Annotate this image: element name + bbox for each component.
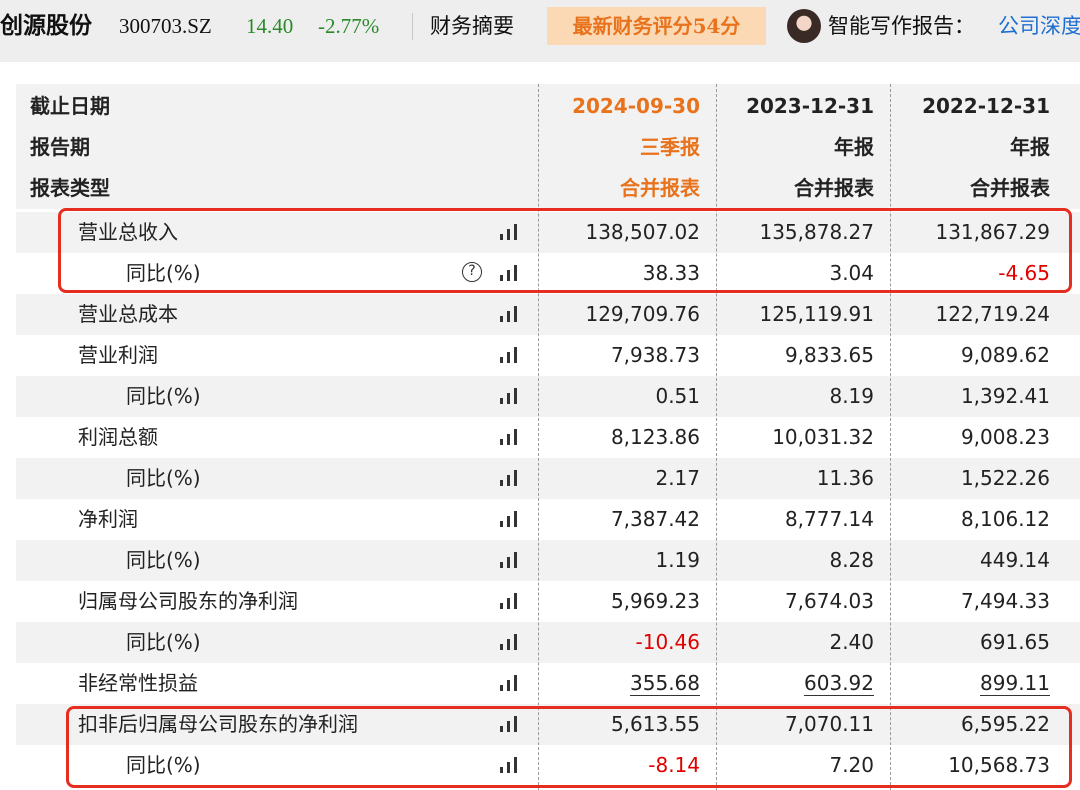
stock-name[interactable]: 创源股份 bbox=[0, 0, 92, 52]
value-cell: 1,392.41 bbox=[960, 384, 1050, 408]
row-label: 归属母公司股东的净利润 bbox=[78, 589, 298, 613]
column-date[interactable]: 2023-12-31 bbox=[716, 86, 874, 127]
value-cell: 10,031.32 bbox=[772, 425, 874, 449]
header-label: 报告期 bbox=[30, 135, 90, 159]
header-row-period: 报告期 三季报 年报 年报 bbox=[16, 127, 1080, 168]
bar-chart-icon[interactable] bbox=[499, 511, 521, 527]
value-cell: 691.65 bbox=[980, 630, 1050, 654]
value-cell: 7,674.03 bbox=[784, 589, 874, 613]
value-link-text[interactable]: 355.68 bbox=[630, 671, 700, 696]
value-cell: 7,938.73 bbox=[610, 343, 700, 367]
bar-chart-icon[interactable] bbox=[499, 552, 521, 568]
column-divider bbox=[716, 84, 717, 790]
value-cell: 8.19 bbox=[829, 384, 874, 408]
bar-chart-icon[interactable] bbox=[499, 388, 521, 404]
table-row: 利润总额 8,123.86 10,031.32 9,008.23 bbox=[16, 417, 1080, 458]
table-row: 同比(%) 1.19 8.28 449.14 bbox=[16, 540, 1080, 581]
value-cell: -10.46 bbox=[635, 630, 700, 654]
value-cell: 2.17 bbox=[655, 466, 700, 490]
ai-report-label: 智能写作报告： bbox=[828, 14, 975, 38]
bar-chart-icon[interactable] bbox=[499, 593, 521, 609]
value-cell: 1.19 bbox=[655, 548, 700, 572]
value-cell: 11.36 bbox=[816, 466, 874, 490]
value-cell: 9,008.23 bbox=[960, 425, 1050, 449]
stock-code: 300703.SZ bbox=[119, 14, 212, 38]
column-divider bbox=[538, 84, 539, 790]
value-cell: 1,522.26 bbox=[960, 466, 1050, 490]
bar-chart-icon[interactable] bbox=[499, 634, 521, 650]
row-label: 营业总成本 bbox=[78, 302, 178, 326]
header-label: 截止日期 bbox=[30, 94, 110, 118]
row-label: 非经常性损益 bbox=[78, 671, 198, 695]
value-cell: 125,119.91 bbox=[759, 302, 874, 326]
column-type-current: 合并报表 bbox=[620, 176, 700, 200]
value-cell: 7,494.33 bbox=[960, 589, 1050, 613]
financial-summary-tab[interactable]: 财务摘要 bbox=[430, 0, 514, 52]
ai-writer-avatar-icon bbox=[787, 9, 821, 43]
table-row: 同比(%) -10.46 2.40 691.65 bbox=[16, 622, 1080, 663]
table-row: 营业利润 7,938.73 9,833.65 9,089.62 bbox=[16, 335, 1080, 376]
table-row: 同比(%) 0.51 8.19 1,392.41 bbox=[16, 376, 1080, 417]
header-row-type: 报表类型 合并报表 合并报表 合并报表 bbox=[16, 168, 1080, 209]
value-cell: 9,833.65 bbox=[784, 343, 874, 367]
header-row-date: 截止日期 2024-09-30 2023-12-31 2022-12-31 bbox=[16, 86, 1080, 127]
financial-summary-table: 截止日期 2024-09-30 2023-12-31 2022-12-31 报告… bbox=[16, 84, 1080, 790]
table-header: 截止日期 2024-09-30 2023-12-31 2022-12-31 报告… bbox=[16, 84, 1080, 209]
header-label: 报表类型 bbox=[30, 176, 110, 200]
value-cell: 0.51 bbox=[655, 384, 700, 408]
ai-report-link[interactable]: 公司深度 bbox=[998, 0, 1080, 52]
value-cell: 7,387.42 bbox=[610, 507, 700, 531]
value-cell: 449.14 bbox=[980, 548, 1050, 572]
financial-score-badge[interactable]: 最新财务评分54分 bbox=[547, 7, 766, 45]
value-cell: 5,969.23 bbox=[610, 589, 700, 613]
value-cell: 8.28 bbox=[829, 548, 874, 572]
value-cell-link[interactable]: 899.11 bbox=[890, 663, 1050, 704]
table-row: 同比(%) 2.17 11.36 1,522.26 bbox=[16, 458, 1080, 499]
value-cell: 8,123.86 bbox=[610, 425, 700, 449]
table-row: 营业总成本 129,709.76 125,119.91 122,719.24 bbox=[16, 294, 1080, 335]
column-period: 年报 bbox=[834, 135, 874, 159]
table-row: 净利润 7,387.42 8,777.14 8,106.12 bbox=[16, 499, 1080, 540]
stock-header: 创源股份 300703.SZ 14.40 -2.77% 财务摘要 最新财务评分5… bbox=[0, 0, 1080, 62]
column-period: 年报 bbox=[1010, 135, 1050, 159]
value-cell: 8,777.14 bbox=[784, 507, 874, 531]
value-cell-link[interactable]: 603.92 bbox=[716, 663, 874, 704]
highlight-box-deducted-profit bbox=[66, 706, 1072, 788]
row-label: 同比(%) bbox=[126, 630, 201, 654]
stock-change: -2.77% bbox=[318, 14, 380, 38]
value-link-text[interactable]: 603.92 bbox=[804, 671, 874, 696]
row-label: 利润总额 bbox=[78, 425, 158, 449]
column-date[interactable]: 2022-12-31 bbox=[890, 86, 1050, 127]
value-cell: 122,719.24 bbox=[935, 302, 1050, 326]
column-type: 合并报表 bbox=[794, 176, 874, 200]
column-date-current[interactable]: 2024-09-30 bbox=[538, 86, 700, 127]
value-link-text[interactable]: 899.11 bbox=[980, 671, 1050, 696]
value-cell: 9,089.62 bbox=[960, 343, 1050, 367]
bar-chart-icon[interactable] bbox=[499, 429, 521, 445]
table-row: 归属母公司股东的净利润 5,969.23 7,674.03 7,494.33 bbox=[16, 581, 1080, 622]
header-divider bbox=[412, 13, 413, 40]
bar-chart-icon[interactable] bbox=[499, 675, 521, 691]
column-divider bbox=[890, 84, 891, 790]
row-label: 同比(%) bbox=[126, 384, 201, 408]
value-cell: 2.40 bbox=[829, 630, 874, 654]
stock-price: 14.40 bbox=[246, 14, 294, 38]
value-cell: 129,709.76 bbox=[585, 302, 700, 326]
column-period-current: 三季报 bbox=[640, 135, 700, 159]
row-label: 同比(%) bbox=[126, 466, 201, 490]
highlight-box-revenue bbox=[58, 208, 1072, 293]
row-label: 净利润 bbox=[78, 507, 138, 531]
value-cell-link[interactable]: 355.68 bbox=[538, 663, 700, 704]
row-label: 营业利润 bbox=[78, 343, 158, 367]
value-cell: 8,106.12 bbox=[960, 507, 1050, 531]
bar-chart-icon[interactable] bbox=[499, 470, 521, 486]
row-label: 同比(%) bbox=[126, 548, 201, 572]
column-type: 合并报表 bbox=[970, 176, 1050, 200]
bar-chart-icon[interactable] bbox=[499, 306, 521, 322]
bar-chart-icon[interactable] bbox=[499, 347, 521, 363]
table-row: 非经常性损益 355.68 603.92 899.11 bbox=[16, 663, 1080, 704]
